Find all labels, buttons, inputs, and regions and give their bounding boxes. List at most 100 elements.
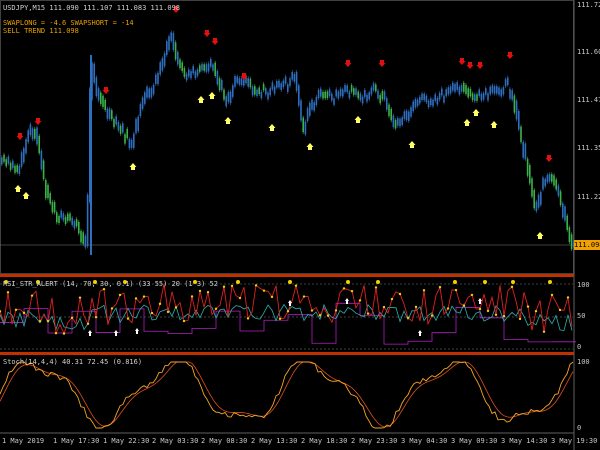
sell-arrow-icon xyxy=(211,38,219,45)
candle-body xyxy=(339,88,342,96)
stoch-panel-label: Stoch(14,4,4) 40.31 72.45 (0.816) xyxy=(3,358,143,366)
rsi-dot xyxy=(398,292,402,296)
candle-body xyxy=(177,52,179,65)
current-price-tag: 111.098 xyxy=(574,240,600,250)
rsi-dot xyxy=(558,308,562,312)
candle-body xyxy=(194,71,197,79)
rsi-dot xyxy=(214,307,218,310)
candle-body xyxy=(265,88,267,95)
candle-body xyxy=(122,123,124,133)
rsi-dot xyxy=(334,309,338,312)
candle-body xyxy=(78,221,80,234)
candle-body xyxy=(97,88,100,101)
candle-body xyxy=(7,156,10,164)
candle-body xyxy=(548,174,551,182)
rsi-dot xyxy=(390,297,394,301)
price-axis-label: 111.475 xyxy=(577,96,600,104)
candle-body xyxy=(540,192,542,205)
candle-body xyxy=(381,91,384,100)
rsi-dot xyxy=(302,295,306,298)
candle-body xyxy=(326,91,329,99)
candle-body xyxy=(313,102,315,111)
candle-body xyxy=(271,82,274,90)
candle-body xyxy=(12,160,14,168)
candle-body xyxy=(408,111,410,122)
candle-body xyxy=(238,78,241,85)
rsi-dot xyxy=(62,332,66,335)
candle-body xyxy=(304,121,307,135)
candle-body xyxy=(188,69,190,77)
candle-body xyxy=(183,68,186,77)
rsi-dot xyxy=(46,319,50,323)
rsi-dot xyxy=(254,284,258,287)
candle-body xyxy=(487,93,489,101)
candle-body xyxy=(69,213,71,221)
buy-arrow-icon xyxy=(306,143,314,150)
candle-body xyxy=(64,216,67,225)
candle-body xyxy=(436,97,439,105)
candle-body xyxy=(144,92,146,104)
rsi-dot xyxy=(238,296,242,300)
candle-body xyxy=(306,108,309,122)
candle-body xyxy=(531,178,533,197)
rsi-dot xyxy=(94,315,98,319)
rsi-dot xyxy=(318,314,322,317)
candle-body xyxy=(333,98,335,105)
rsi-dot xyxy=(30,294,34,297)
candle-body xyxy=(196,69,199,76)
rsi-dot xyxy=(414,305,418,309)
candle-body xyxy=(62,213,65,221)
candle-body xyxy=(137,116,139,132)
rsi-dot xyxy=(198,289,202,293)
candle-body xyxy=(71,217,73,225)
candle-body xyxy=(51,201,54,213)
candle-body xyxy=(124,134,126,144)
rsi-arrow-icon xyxy=(418,330,422,336)
candle-body xyxy=(229,91,232,104)
chart-window[interactable]: USDJPY,M15 111.090 111.107 111.083 111.0… xyxy=(0,0,600,450)
candle-body xyxy=(460,85,463,92)
candle-body xyxy=(201,63,203,71)
candle-body xyxy=(405,110,408,121)
rsi-dot xyxy=(510,285,514,289)
candle-body xyxy=(403,111,406,119)
candle-body xyxy=(537,194,540,208)
candle-body xyxy=(192,66,194,74)
candle-body xyxy=(214,62,216,77)
candle-body xyxy=(414,99,417,108)
candle-body xyxy=(522,141,524,158)
candle-body xyxy=(199,65,201,72)
candle-body xyxy=(207,63,210,72)
candle-body xyxy=(485,88,487,95)
candle-body xyxy=(476,94,478,101)
candle-body xyxy=(553,175,555,186)
buy-arrow-icon xyxy=(208,92,216,99)
candle-body xyxy=(383,91,386,100)
candle-body xyxy=(445,89,447,97)
rsi-panel-label: RSI_STR_ALERT (14, 70, 30, 0.1) (33 55) … xyxy=(3,280,218,288)
stoch-axis-label: 100 xyxy=(577,358,590,366)
rsi-dot xyxy=(246,317,250,320)
candle-body xyxy=(289,78,291,86)
candle-body xyxy=(348,91,351,99)
chart-canvas[interactable] xyxy=(0,0,600,450)
candle-body xyxy=(221,80,223,91)
candle-body xyxy=(155,74,157,84)
candle-body xyxy=(564,206,566,221)
candle-body xyxy=(260,91,263,99)
candle-body xyxy=(38,135,40,154)
candle-body xyxy=(5,159,7,167)
candle-body xyxy=(489,86,491,95)
candle-body xyxy=(205,64,208,72)
candle-body xyxy=(478,89,480,96)
symbol-info: USDJPY,M15 111.090 111.107 111.083 111.0… xyxy=(3,4,181,12)
candle-body xyxy=(423,93,425,101)
candle-body xyxy=(267,92,269,100)
candle-body xyxy=(146,86,148,98)
rsi-arrow-icon xyxy=(135,328,139,334)
candle-body xyxy=(227,92,230,102)
rsi-dot xyxy=(278,317,282,320)
rsi-dot xyxy=(182,319,186,323)
rsi-axis-label: 100 xyxy=(577,281,590,289)
stoch-signal-line xyxy=(0,361,574,428)
